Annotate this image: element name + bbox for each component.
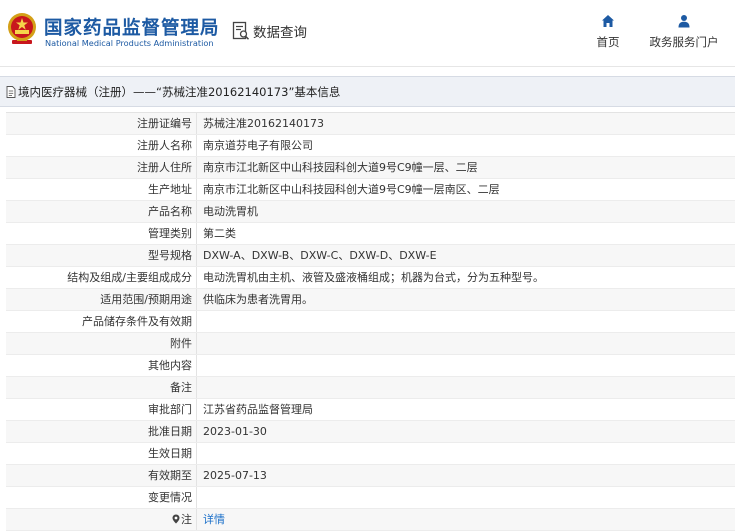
table-row-structure-composition: 结构及组成/主要组成成分 电动洗胃机由主机、液管及盛液桶组成；机器为台式，分为五种… bbox=[6, 267, 735, 289]
field-label: 有效期至 bbox=[6, 465, 197, 486]
field-label-text: 批准日期 bbox=[148, 425, 192, 438]
table-row-approval-department: 审批部门 江苏省药品监督管理局 bbox=[6, 399, 735, 421]
table-row-effective-date: 生效日期 bbox=[6, 443, 735, 465]
table-row-other-content: 其他内容 bbox=[6, 355, 735, 377]
field-value bbox=[197, 311, 735, 332]
table-row-management-category: 管理类别 第二类 bbox=[6, 223, 735, 245]
table-row-change-status: 变更情况 bbox=[6, 487, 735, 509]
field-label-text: 注 bbox=[181, 513, 192, 526]
table-row-registrant-address: 注册人住所 南京市江北新区中山科技园科创大道9号C9幢一层、二层 bbox=[6, 157, 735, 179]
field-value: 南京市江北新区中山科技园科创大道9号C9幢一层南区、二层 bbox=[203, 183, 500, 196]
table-row-note: 注详情 bbox=[6, 509, 735, 531]
field-value: 电动洗胃机 bbox=[203, 205, 258, 218]
breadcrumb-text: 境内医疗器械（注册）——“苏械注准20162140173”基本信息 bbox=[18, 84, 341, 99]
field-label: 产品储存条件及有效期 bbox=[6, 311, 197, 332]
field-value bbox=[197, 487, 735, 508]
table-row-expiry-date: 有效期至 2025-07-13 bbox=[6, 465, 735, 487]
field-value: 江苏省药品监督管理局 bbox=[203, 403, 313, 416]
nav-service-label: 政务服务门户 bbox=[649, 35, 719, 49]
field-label-text: 附件 bbox=[170, 337, 192, 350]
field-value bbox=[197, 355, 735, 376]
table-row-storage-conditions: 产品储存条件及有效期 bbox=[6, 311, 735, 333]
field-value bbox=[197, 333, 735, 354]
table-row-production-address: 生产地址 南京市江北新区中山科技园科创大道9号C9幢一层南区、二层 bbox=[6, 179, 735, 201]
field-label: 变更情况 bbox=[6, 487, 197, 508]
field-label-text: 变更情况 bbox=[148, 491, 192, 504]
data-query-label: 数据查询 bbox=[253, 25, 307, 41]
field-value: 南京道芬电子有限公司 bbox=[203, 139, 313, 152]
field-label: 适用范围/预期用途 bbox=[6, 289, 197, 310]
field-label: 其他内容 bbox=[6, 355, 197, 376]
table-row-model-spec: 型号规格 DXW-A、DXW-B、DXW-C、DXW-D、DXW-E bbox=[6, 245, 735, 267]
table-row-registrant-name: 注册人名称 南京道芬电子有限公司 bbox=[6, 135, 735, 157]
device-info-table: 注册证编号 苏械注准20162140173 注册人名称 南京道芬电子有限公司 注册人住所… bbox=[6, 112, 735, 531]
field-label: 生效日期 bbox=[6, 443, 197, 464]
field-label-text: 其他内容 bbox=[148, 359, 192, 372]
field-value: DXW-A、DXW-B、DXW-C、DXW-D、DXW-E bbox=[203, 249, 437, 262]
user-icon bbox=[678, 15, 690, 28]
table-row-scope-of-use: 适用范围/预期用途 供临床为患者洗胃用。 bbox=[6, 289, 735, 311]
field-label: 管理类别 bbox=[6, 223, 197, 244]
field-label-text: 型号规格 bbox=[148, 249, 192, 262]
site-title-en: National Medical Products Administration bbox=[45, 38, 214, 48]
field-label-text: 适用范围/预期用途 bbox=[100, 293, 192, 306]
breadcrumb: 境内医疗器械（注册）——“苏械注准20162140173”基本信息 bbox=[0, 76, 735, 107]
field-label: 注册人住所 bbox=[6, 157, 197, 178]
table-row-product-name: 产品名称 电动洗胃机 bbox=[6, 201, 735, 223]
field-label-text: 备注 bbox=[170, 381, 192, 394]
search-document-icon bbox=[232, 21, 250, 40]
field-value: 苏械注准20162140173 bbox=[203, 117, 324, 130]
field-value bbox=[197, 443, 735, 464]
field-label-text: 产品名称 bbox=[148, 205, 192, 218]
nav-service-portal[interactable]: 政务服务门户 bbox=[643, 14, 725, 50]
field-label: 注册人名称 bbox=[6, 135, 197, 156]
field-label: 结构及组成/主要组成成分 bbox=[6, 267, 197, 288]
field-label-text: 管理类别 bbox=[148, 227, 192, 240]
field-label: 审批部门 bbox=[6, 399, 197, 420]
table-row-attachments: 附件 bbox=[6, 333, 735, 355]
national-emblem-icon bbox=[8, 13, 36, 44]
data-query-link[interactable]: 数据查询 bbox=[232, 21, 307, 41]
table-row-remarks: 备注 bbox=[6, 377, 735, 399]
field-label-text: 注册人名称 bbox=[137, 139, 192, 152]
field-label-text: 生效日期 bbox=[148, 447, 192, 460]
field-label-text: 注册证编号 bbox=[137, 117, 192, 130]
field-label-text: 注册人住所 bbox=[137, 161, 192, 174]
nav-home[interactable]: 首页 bbox=[588, 14, 628, 50]
field-label: 附件 bbox=[6, 333, 197, 354]
site-header: 国家药品监督管理局 National Medical Products Admi… bbox=[0, 0, 735, 67]
field-value: 南京市江北新区中山科技园科创大道9号C9幢一层、二层 bbox=[203, 161, 478, 174]
field-value: 电动洗胃机由主机、液管及盛液桶组成；机器为台式，分为五种型号。 bbox=[203, 271, 544, 284]
field-value: 供临床为患者洗胃用。 bbox=[203, 293, 313, 306]
field-label-text: 有效期至 bbox=[148, 469, 192, 482]
field-value: 第二类 bbox=[203, 227, 236, 240]
nav-home-label: 首页 bbox=[596, 35, 620, 49]
field-label: 生产地址 bbox=[6, 179, 197, 200]
field-label: 备注 bbox=[6, 377, 197, 398]
field-label: 注册证编号 bbox=[6, 113, 197, 134]
field-label: 产品名称 bbox=[6, 201, 197, 222]
field-value: 2025-07-13 bbox=[203, 469, 267, 482]
field-value: 2023-01-30 bbox=[203, 425, 267, 438]
site-title-cn[interactable]: 国家药品监督管理局 bbox=[44, 14, 220, 40]
home-icon bbox=[602, 15, 614, 27]
document-icon bbox=[6, 85, 16, 98]
field-label-text: 结构及组成/主要组成成分 bbox=[67, 271, 192, 284]
field-label: 型号规格 bbox=[6, 245, 197, 266]
field-label-text: 生产地址 bbox=[148, 183, 192, 196]
table-row-registration-number: 注册证编号 苏械注准20162140173 bbox=[6, 113, 735, 135]
field-value bbox=[197, 377, 735, 398]
field-label: 批准日期 bbox=[6, 421, 197, 442]
field-label-text: 产品储存条件及有效期 bbox=[82, 315, 192, 328]
field-label-text: 审批部门 bbox=[148, 403, 192, 416]
table-row-approval-date: 批准日期 2023-01-30 bbox=[6, 421, 735, 443]
location-pin-icon bbox=[172, 514, 180, 524]
